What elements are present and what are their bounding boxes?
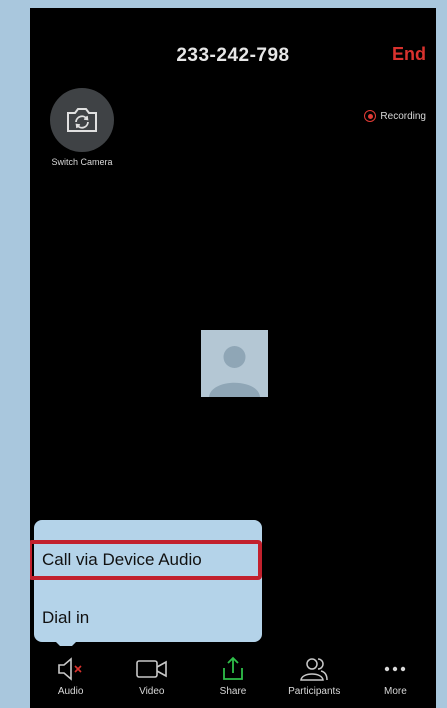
audio-button[interactable]: Audio — [30, 646, 111, 708]
switch-camera-label: Switch Camera — [51, 157, 113, 167]
meeting-toolbar: Audio Video Share Participants More — [30, 646, 436, 708]
participants-icon — [298, 656, 330, 682]
switch-camera-button[interactable]: Switch Camera — [42, 88, 122, 167]
recording-label: Recording — [380, 110, 426, 122]
audio-options-popup: Call via Device Audio Dial in — [30, 520, 262, 652]
dial-in-option[interactable]: Dial in — [34, 598, 262, 638]
participants-button[interactable]: Participants — [274, 646, 355, 708]
switch-camera-icon — [50, 88, 114, 152]
app-frame: 233-242-798 End Switch Camera Recording — [0, 0, 447, 708]
recording-indicator: Recording — [364, 110, 426, 122]
recording-dot-icon — [364, 110, 377, 122]
participant-avatar — [201, 330, 268, 397]
call-via-device-audio-option[interactable]: Call via Device Audio — [34, 540, 262, 580]
end-button[interactable]: End — [392, 44, 426, 65]
video-camera-icon — [135, 656, 169, 682]
audio-label: Audio — [57, 686, 84, 697]
meeting-id: 233-242-798 — [176, 45, 290, 66]
more-button[interactable]: More — [355, 646, 436, 708]
video-label: Video — [139, 686, 165, 697]
more-dots-icon — [383, 656, 407, 682]
participants-label: Participants — [288, 686, 341, 697]
share-label: Share — [219, 686, 247, 697]
speaker-muted-icon — [56, 656, 86, 682]
more-label: More — [384, 686, 407, 697]
meeting-screen: 233-242-798 End Switch Camera Recording — [30, 8, 436, 708]
share-upload-icon — [220, 656, 246, 682]
video-button[interactable]: Video — [111, 646, 192, 708]
share-button[interactable]: Share — [192, 646, 273, 708]
